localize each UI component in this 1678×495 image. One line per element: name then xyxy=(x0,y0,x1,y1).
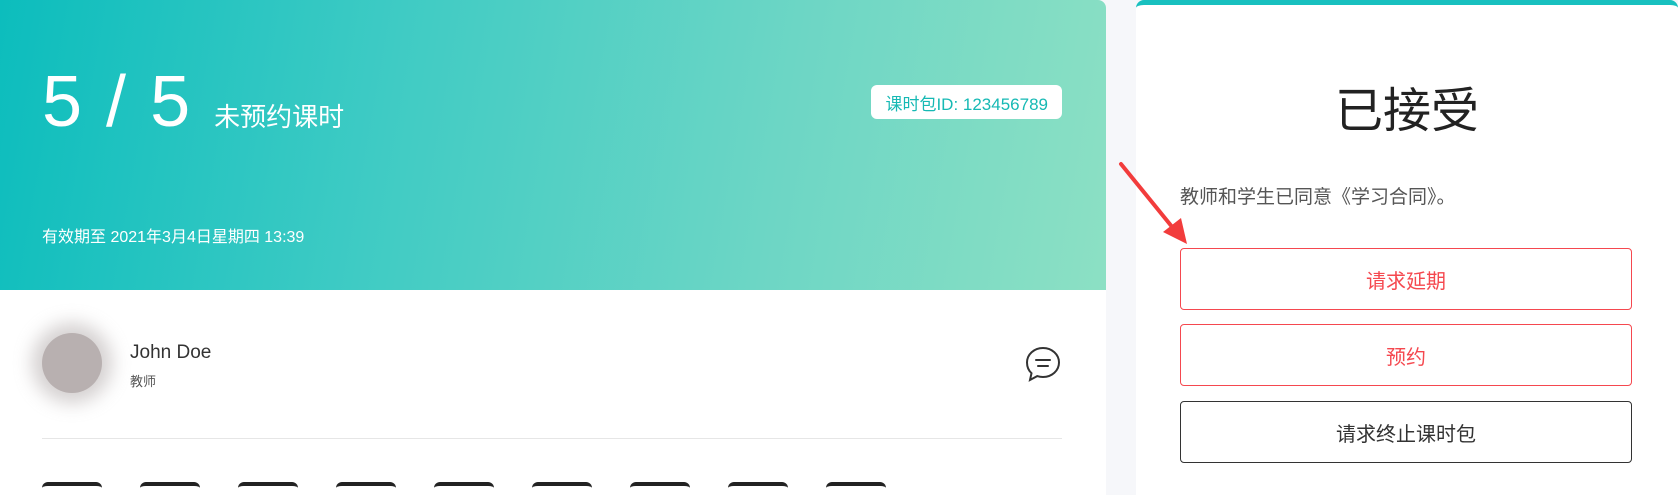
status-description: 教师和学生已同意《学习合同》。 xyxy=(1180,187,1456,208)
package-id-badge: 课时包ID: 123456789 xyxy=(871,85,1062,119)
status-card: 已接受 教师和学生已同意《学习合同》。 请求延期 预约 请求终止课时包 xyxy=(1136,0,1678,495)
divider xyxy=(42,438,1062,439)
request-extension-button[interactable]: 请求延期 xyxy=(1180,248,1632,310)
teacher-row: John Doe 教师 xyxy=(42,333,1062,393)
chat-bubble-icon[interactable] xyxy=(1024,345,1062,383)
expiry-date: 有效期至 2021年3月4日星期四 13:39 xyxy=(42,229,305,246)
remaining-count: 5 xyxy=(42,62,85,142)
avatar[interactable] xyxy=(42,333,102,393)
package-card: 5 / 5 未预约课时 课时包ID: 123456789 有效期至 2021年3… xyxy=(0,0,1106,495)
teacher-role: 教师 xyxy=(130,374,157,389)
lesson-count: 5 / 5 未预约课时 xyxy=(42,66,344,138)
page: 5 / 5 未预约课时 课时包ID: 123456789 有效期至 2021年3… xyxy=(0,0,1678,495)
book-button[interactable]: 预约 xyxy=(1180,324,1632,386)
truncated-content xyxy=(42,482,1042,495)
request-termination-button[interactable]: 请求终止课时包 xyxy=(1180,401,1632,463)
package-hero: 5 / 5 未预约课时 课时包ID: 123456789 有效期至 2021年3… xyxy=(0,0,1106,290)
teacher-name[interactable]: John Doe xyxy=(130,342,211,364)
status-title: 已接受 xyxy=(1334,85,1479,138)
total-count: 5 xyxy=(150,62,193,142)
count-separator: / xyxy=(84,62,151,142)
count-label: 未预约课时 xyxy=(214,102,345,132)
